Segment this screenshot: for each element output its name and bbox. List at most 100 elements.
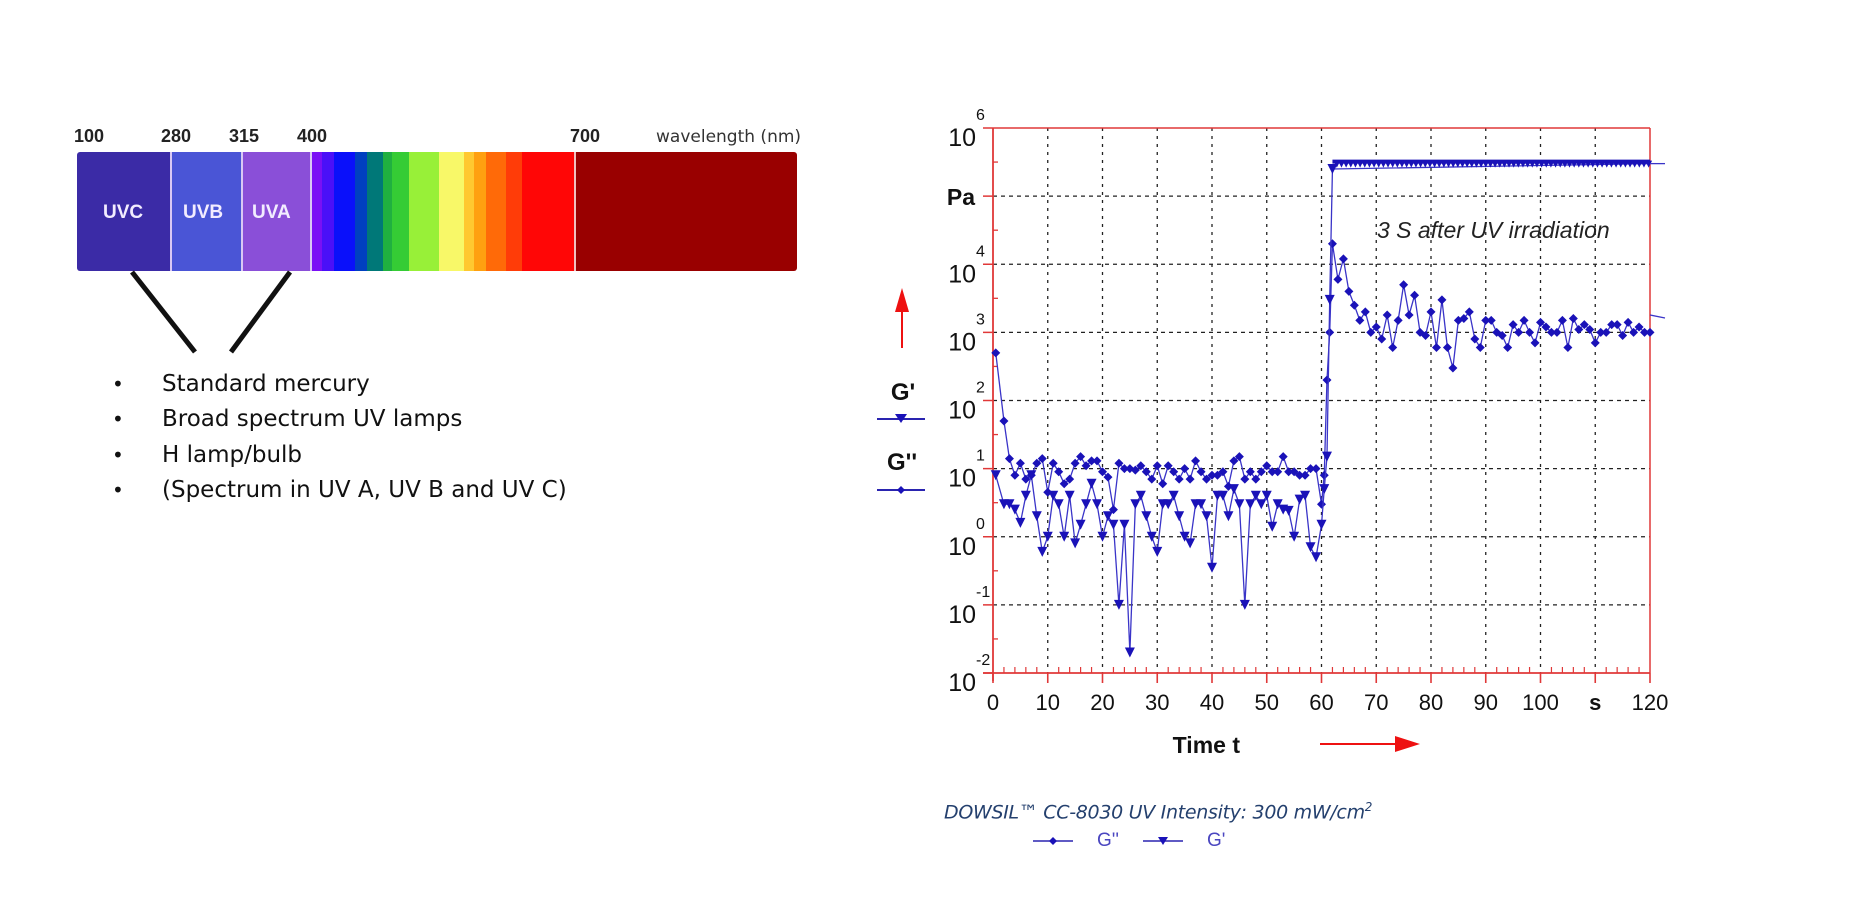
g-prime-point — [1201, 511, 1212, 522]
x-tick-label: 100 — [1522, 690, 1559, 715]
g-double-prime-point — [1508, 320, 1518, 330]
g-double-prime-point — [1514, 327, 1524, 337]
g-double-prime-point — [1240, 474, 1250, 484]
g-double-prime-tail — [1649, 314, 1666, 319]
y-tick-label-exponent: 4 — [976, 243, 985, 260]
triangle-marker-icon — [1143, 837, 1183, 845]
chart-annotation: 3 S after UV irradiation — [1377, 217, 1610, 243]
g-double-prime-point — [1486, 315, 1496, 325]
g-double-prime-point — [1388, 342, 1398, 352]
g-double-prime-point — [1557, 315, 1567, 325]
x-tick-label: 120 — [1632, 690, 1669, 715]
g-double-prime-point — [1563, 342, 1573, 352]
g-double-prime-point — [1092, 456, 1102, 466]
g-prime-point — [1319, 484, 1330, 495]
caption-text: DOWSIL™ CC-8030 UV Intensity: 300 mW/cm — [944, 801, 1365, 824]
x-tick-label: 0 — [987, 690, 999, 715]
y-tick-label-base: 10 — [948, 328, 976, 356]
g-double-prime-point — [1503, 342, 1513, 352]
g-double-prime-point — [1322, 375, 1332, 385]
g-double-prime-point — [1147, 474, 1157, 484]
g-prime-point — [1070, 538, 1081, 549]
g-prime-point — [1124, 647, 1135, 658]
caption-superscript: 2 — [1364, 800, 1373, 814]
g-prime-point — [1245, 499, 1256, 510]
g-double-prime-point — [1344, 286, 1354, 296]
g-double-prime-point — [1426, 307, 1436, 317]
x-tick-label: 40 — [1200, 690, 1224, 715]
x-tick-label: 90 — [1474, 690, 1498, 715]
g-prime-point — [1119, 519, 1130, 530]
g-double-prime-point — [1015, 458, 1025, 468]
g-prime-point — [1009, 504, 1020, 515]
g-prime-point — [1305, 542, 1316, 553]
g-double-prime-point — [1191, 456, 1201, 466]
g-prime-point — [1228, 484, 1239, 495]
y-tick-label-base: 10 — [948, 397, 976, 425]
g-double-prime-point — [1568, 313, 1578, 323]
x-tick-label: 30 — [1145, 690, 1169, 715]
x-axis-arrow-icon — [1395, 736, 1420, 752]
y-tick-label-exponent: 6 — [976, 107, 985, 124]
g-double-prime-point — [1317, 499, 1326, 509]
g-double-prime-point — [1333, 274, 1343, 284]
x-tick-label: 50 — [1255, 690, 1279, 715]
y-tick-label-base: 10 — [948, 669, 976, 697]
g-prime-point — [1102, 511, 1113, 522]
rheology-chart: 0 10 20 30 40 50 60 70 80 90 100 120sTime t10-210-1… — [877, 107, 1669, 758]
g-prime-point — [1256, 499, 1267, 510]
g-prime-point — [1108, 519, 1119, 530]
g-prime-point — [1081, 499, 1092, 510]
g-prime-point — [1092, 499, 1103, 510]
x-tick-label: 70 — [1364, 690, 1388, 715]
g-prime-point — [1064, 490, 1075, 501]
g-prime-point — [1031, 511, 1042, 522]
g-double-prime-point — [1174, 474, 1184, 484]
g-double-prime-point — [1185, 474, 1195, 484]
y-tick-label-base: 10 — [948, 533, 976, 561]
g-double-prime-point — [1382, 310, 1392, 320]
g-prime-point — [1168, 490, 1179, 501]
g-prime-point — [1207, 562, 1217, 573]
g-double-prime-point — [1448, 363, 1458, 373]
g-double-prime-point — [1404, 310, 1414, 320]
x-tick-label: 20 — [1090, 690, 1114, 715]
g-double-prime-point — [1338, 254, 1348, 264]
g-double-prime-point — [1410, 290, 1420, 300]
y-axis-arrow-icon — [895, 288, 909, 312]
g-prime-point — [1020, 490, 1031, 501]
y-tick-label-base: 10 — [948, 465, 976, 493]
x-unit-label: s — [1589, 690, 1601, 715]
g-double-prime-point — [1245, 467, 1255, 477]
g-prime-point — [1053, 499, 1064, 510]
legend-item-g-double-prime: G'' — [1033, 830, 1119, 852]
g-double-prime-point — [1251, 474, 1261, 484]
g-prime-point — [1174, 511, 1185, 522]
g-double-prime-point — [1158, 479, 1168, 489]
g-prime-point — [1316, 519, 1327, 530]
g-double-prime-point — [1278, 452, 1288, 462]
g-prime-point — [1321, 451, 1332, 462]
diamond-marker-icon — [1033, 837, 1073, 845]
g-double-prime-point — [1645, 327, 1655, 337]
g-double-prime-point — [1442, 342, 1452, 352]
g-double-prime-point — [1612, 320, 1622, 330]
g-prime-point — [1324, 294, 1335, 305]
y-tick-label-exponent: 2 — [976, 380, 985, 397]
g-double-prime-point — [1048, 458, 1058, 468]
g-prime-point — [1075, 519, 1086, 530]
series-line-g-double-prime — [995, 243, 1650, 510]
x-tick-label: 60 — [1309, 690, 1333, 715]
legend-label: G'' — [1097, 830, 1120, 851]
g-double-prime-point — [1393, 315, 1403, 325]
g-prime-point — [1135, 490, 1146, 501]
g-double-prime-point — [1437, 295, 1447, 305]
left-legend-label: G'' — [887, 449, 917, 476]
g-prime-point — [1037, 546, 1048, 557]
g-prime-point — [1311, 552, 1322, 563]
g-double-prime-point — [1623, 317, 1633, 327]
g-double-prime-point — [1590, 338, 1600, 348]
g-prime-point — [1152, 546, 1163, 557]
y-tick-label-exponent: -1 — [976, 584, 990, 601]
g-prime-point — [1267, 521, 1278, 532]
